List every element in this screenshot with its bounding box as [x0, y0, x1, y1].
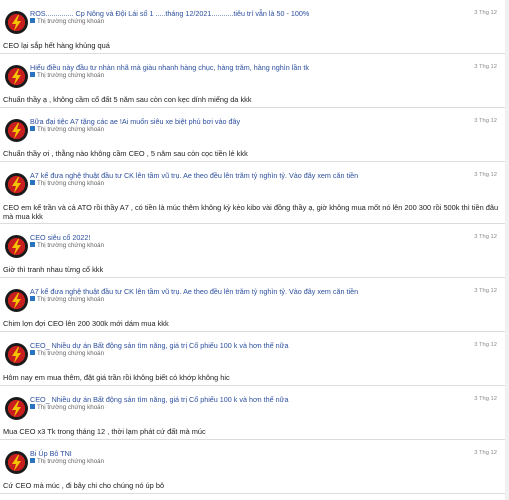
blue-square-icon	[30, 458, 35, 463]
post-date: 3 Thg 12	[474, 118, 497, 124]
post-title-link[interactable]: Hiểu điều này đầu tư nhàn nhã mà giàu nh…	[30, 63, 459, 72]
post-title-link[interactable]: CEO_ Nhiều dự án Bất động sản tìm năng, …	[30, 341, 459, 350]
post-date: 3 Thg 12	[474, 396, 497, 402]
user-avatar-icon[interactable]	[5, 235, 28, 258]
post-category[interactable]: Thị trường chứng khoán	[30, 242, 104, 250]
user-avatar-icon[interactable]	[5, 119, 28, 142]
post-category[interactable]: Thị trường chứng khoán	[30, 18, 104, 26]
blue-square-icon	[30, 18, 35, 23]
post-category[interactable]: Thị trường chứng khoán	[30, 180, 104, 188]
blue-square-icon	[30, 242, 35, 247]
post-date: 3 Thg 12	[474, 10, 497, 16]
category-label: Thị trường chứng khoán	[37, 296, 105, 303]
post-comment-text: Cứ CEO mà múc , đi bây chi cho chúng nó …	[3, 481, 165, 490]
feed-post: CEO siêu cổ 2022! Thị trường chứng khoán…	[0, 224, 509, 278]
category-label: Thị trường chứng khoán	[37, 18, 105, 25]
blue-square-icon	[30, 72, 35, 77]
user-avatar-icon[interactable]	[5, 343, 28, 366]
post-category[interactable]: Thị trường chứng khoán	[30, 350, 104, 358]
scrollbar[interactable]	[505, 0, 509, 500]
post-date: 3 Thg 12	[474, 234, 497, 240]
post-title-link[interactable]: CEO_ Nhiều dự án Bất động sản tìm năng, …	[30, 395, 459, 404]
post-title-link[interactable]: CEO siêu cổ 2022!	[30, 233, 459, 242]
post-title-link[interactable]: A7 kể đưa nghệ thuật đầu tư CK lên tầm v…	[30, 171, 459, 180]
post-feed: ROS.............. Cp Nông và Đội Lái số …	[0, 0, 509, 494]
feed-post: ROS.............. Cp Nông và Đội Lái số …	[0, 0, 509, 54]
feed-post: Bữa đại tiệc A7 tặng các ae !Ai muốn siê…	[0, 108, 509, 162]
post-date: 3 Thg 12	[474, 450, 497, 456]
user-avatar-icon[interactable]	[5, 65, 28, 88]
user-avatar-icon[interactable]	[5, 451, 28, 474]
blue-square-icon	[30, 350, 35, 355]
post-comment-text: CEO em kể trần và cả ATO rồi thầy A7 , c…	[3, 203, 499, 221]
feed-post: CEO_ Nhiều dự án Bất động sản tìm năng, …	[0, 386, 509, 440]
feed-post: A7 kể đưa nghệ thuật đầu tư CK lên tầm v…	[0, 278, 509, 332]
post-title-link[interactable]: A7 kể đưa nghệ thuật đầu tư CK lên tầm v…	[30, 287, 459, 296]
post-category[interactable]: Thị trường chứng khoán	[30, 404, 104, 412]
category-label: Thị trường chứng khoán	[37, 458, 105, 465]
post-date: 3 Thg 12	[474, 288, 497, 294]
feed-post: A7 kể đưa nghệ thuật đầu tư CK lên tầm v…	[0, 162, 509, 224]
user-avatar-icon[interactable]	[5, 173, 28, 196]
post-category[interactable]: Thị trường chứng khoán	[30, 126, 104, 134]
post-date: 3 Thg 12	[474, 64, 497, 70]
post-category[interactable]: Thị trường chứng khoán	[30, 72, 104, 80]
category-label: Thị trường chứng khoán	[37, 242, 105, 249]
post-comment-text: Giờ thì tranh nhau từng cổ kkk	[3, 265, 104, 274]
blue-square-icon	[30, 180, 35, 185]
post-date: 3 Thg 12	[474, 342, 497, 348]
post-comment-text: Hôm nay em mua thêm, đặt giá trần rồi kh…	[3, 373, 230, 382]
user-avatar-icon[interactable]	[5, 11, 28, 34]
post-title-link[interactable]: Bi Úp Bô TNI	[30, 449, 459, 458]
category-label: Thị trường chứng khoán	[37, 404, 105, 411]
post-comment-text: Chim lợn đợi CEO lên 200 300k mới dám mu…	[3, 319, 169, 328]
post-category[interactable]: Thị trường chứng khoán	[30, 458, 104, 466]
user-avatar-icon[interactable]	[5, 397, 28, 420]
post-title-link[interactable]: Bữa đại tiệc A7 tặng các ae !Ai muốn siê…	[30, 117, 459, 126]
blue-square-icon	[30, 404, 35, 409]
category-label: Thị trường chứng khoán	[37, 350, 105, 357]
category-label: Thị trường chứng khoán	[37, 126, 105, 133]
user-avatar-icon[interactable]	[5, 289, 28, 312]
post-date: 3 Thg 12	[474, 172, 497, 178]
blue-square-icon	[30, 296, 35, 301]
post-comment-text: Chuẩn thầy ơi , thằng nào không cầm CEO …	[3, 149, 248, 158]
blue-square-icon	[30, 126, 35, 131]
feed-post: Hiểu điều này đầu tư nhàn nhã mà giàu nh…	[0, 54, 509, 108]
post-comment-text: Mua CEO x3 Tk trong tháng 12 , thời lạm …	[3, 427, 206, 436]
post-title-link[interactable]: ROS.............. Cp Nông và Đội Lái số …	[30, 9, 459, 18]
post-category[interactable]: Thị trường chứng khoán	[30, 296, 104, 304]
feed-post: Bi Úp Bô TNI Thị trường chứng khoán 3 Th…	[0, 440, 509, 494]
category-label: Thị trường chứng khoán	[37, 180, 105, 187]
category-label: Thị trường chứng khoán	[37, 72, 105, 79]
post-comment-text: CEO lại sắp hết hàng khủng quá	[3, 41, 110, 50]
post-comment-text: Chuẩn thầy ạ , không cầm cổ đất 5 năm sa…	[3, 95, 252, 104]
feed-post: CEO_ Nhiều dự án Bất động sản tìm năng, …	[0, 332, 509, 386]
